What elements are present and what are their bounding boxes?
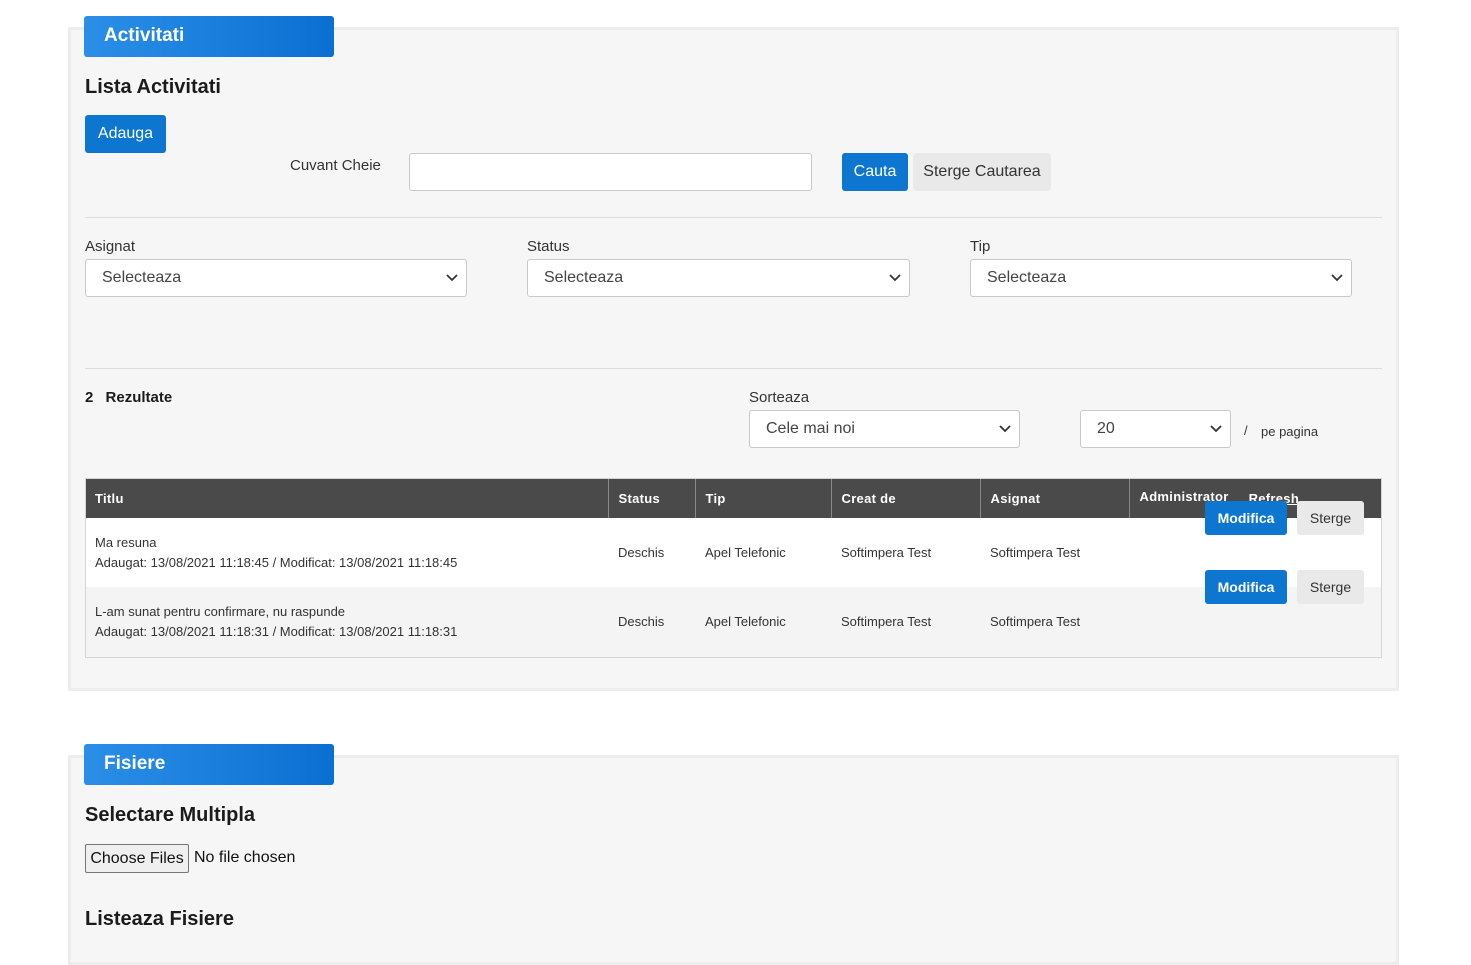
cell-creat-de: Softimpera Test bbox=[841, 545, 932, 560]
asignat-select-value: Selecteaza bbox=[102, 269, 182, 286]
activity-meta: Adaugat: 13/08/2021 11:18:31 / Modificat… bbox=[95, 623, 458, 639]
status-filter-label: Status bbox=[527, 238, 570, 255]
no-file-label: No file chosen bbox=[194, 849, 296, 866]
fisiere-ribbon: Fisiere bbox=[84, 744, 334, 785]
results-count: 2 bbox=[85, 389, 94, 406]
cell-asignat: Softimpera Test bbox=[990, 614, 1081, 629]
sort-select-value: Cele mai noi bbox=[766, 420, 855, 437]
tip-filter-label: Tip bbox=[970, 238, 991, 255]
chevron-down-icon bbox=[1331, 274, 1343, 282]
cell-status: Deschis bbox=[618, 545, 665, 560]
delete-button[interactable]: Sterge bbox=[1297, 501, 1364, 535]
table-header-row: Titlu Status Tip Creat de Asignat Admini… bbox=[85, 478, 1382, 518]
cell-title: Ma resuna Adaugat: 13/08/2021 11:18:45 /… bbox=[85, 518, 608, 587]
column-header-status: Status bbox=[608, 478, 696, 518]
cell-title: L-am sunat pentru confirmare, nu raspund… bbox=[85, 587, 608, 656]
activity-meta: Adaugat: 13/08/2021 11:18:45 / Modificat… bbox=[95, 554, 458, 570]
column-header-titlu: Titlu bbox=[85, 478, 609, 518]
tip-select[interactable]: Selecteaza bbox=[970, 259, 1352, 297]
edit-button[interactable]: Modifica bbox=[1205, 570, 1287, 604]
search-button[interactable]: Cauta bbox=[842, 153, 908, 191]
asignat-filter-label: Asignat bbox=[85, 238, 136, 255]
asignat-select[interactable]: Selecteaza bbox=[85, 259, 467, 297]
delete-button[interactable]: Sterge bbox=[1297, 570, 1364, 604]
per-page-value: 20 bbox=[1097, 420, 1115, 437]
activities-table: Titlu Status Tip Creat de Asignat Admini… bbox=[85, 478, 1382, 656]
activitati-ribbon: Activitati bbox=[84, 16, 334, 57]
results-summary: 2 Rezultate bbox=[85, 389, 172, 406]
cell-status: Deschis bbox=[618, 614, 665, 629]
choose-files-button[interactable]: Choose Files bbox=[85, 844, 189, 873]
add-button[interactable]: Adauga bbox=[85, 115, 166, 153]
cell-asignat: Softimpera Test bbox=[990, 545, 1081, 560]
sort-select[interactable]: Cele mai noi bbox=[749, 410, 1020, 448]
tip-select-value: Selecteaza bbox=[987, 269, 1067, 286]
column-header-creat-de: Creat de bbox=[831, 478, 981, 518]
keyword-input[interactable] bbox=[409, 153, 812, 191]
cell-creat-de: Softimpera Test bbox=[841, 614, 932, 629]
chevron-down-icon bbox=[999, 425, 1011, 433]
divider bbox=[85, 368, 1382, 369]
chevron-down-icon bbox=[889, 274, 901, 282]
status-select[interactable]: Selecteaza bbox=[527, 259, 910, 297]
multi-select-title: Selectare Multipla bbox=[85, 804, 256, 826]
per-page-label: pe pagina bbox=[1261, 424, 1319, 439]
activity-title: Ma resuna bbox=[95, 534, 157, 550]
column-header-asignat: Asignat bbox=[980, 478, 1130, 518]
results-label: Rezultate bbox=[105, 389, 173, 406]
cell-tip: Apel Telefonic bbox=[705, 614, 786, 629]
chevron-down-icon bbox=[446, 274, 458, 282]
cell-actions: Modifica Sterge bbox=[1129, 570, 1382, 656]
per-page-select[interactable]: 20 bbox=[1080, 410, 1231, 448]
sort-label: Sorteaza bbox=[749, 389, 810, 406]
divider bbox=[85, 217, 1382, 218]
table-row: L-am sunat pentru confirmare, nu raspund… bbox=[85, 570, 1382, 656]
column-header-tip: Tip bbox=[695, 478, 832, 518]
per-page-separator: / bbox=[1244, 423, 1248, 438]
chevron-down-icon bbox=[1210, 425, 1222, 433]
list-files-title: Listeaza Fisiere bbox=[85, 908, 234, 930]
table-row: Ma resuna Adaugat: 13/08/2021 11:18:45 /… bbox=[85, 501, 1382, 587]
activity-title: L-am sunat pentru confirmare, nu raspund… bbox=[95, 603, 346, 619]
status-select-value: Selecteaza bbox=[544, 269, 624, 286]
page-title: Lista Activitati bbox=[85, 76, 221, 98]
cell-tip: Apel Telefonic bbox=[705, 545, 786, 560]
edit-button[interactable]: Modifica bbox=[1205, 501, 1287, 535]
clear-search-button[interactable]: Sterge Cautarea bbox=[913, 153, 1051, 191]
keyword-label: Cuvant Cheie bbox=[290, 157, 381, 174]
